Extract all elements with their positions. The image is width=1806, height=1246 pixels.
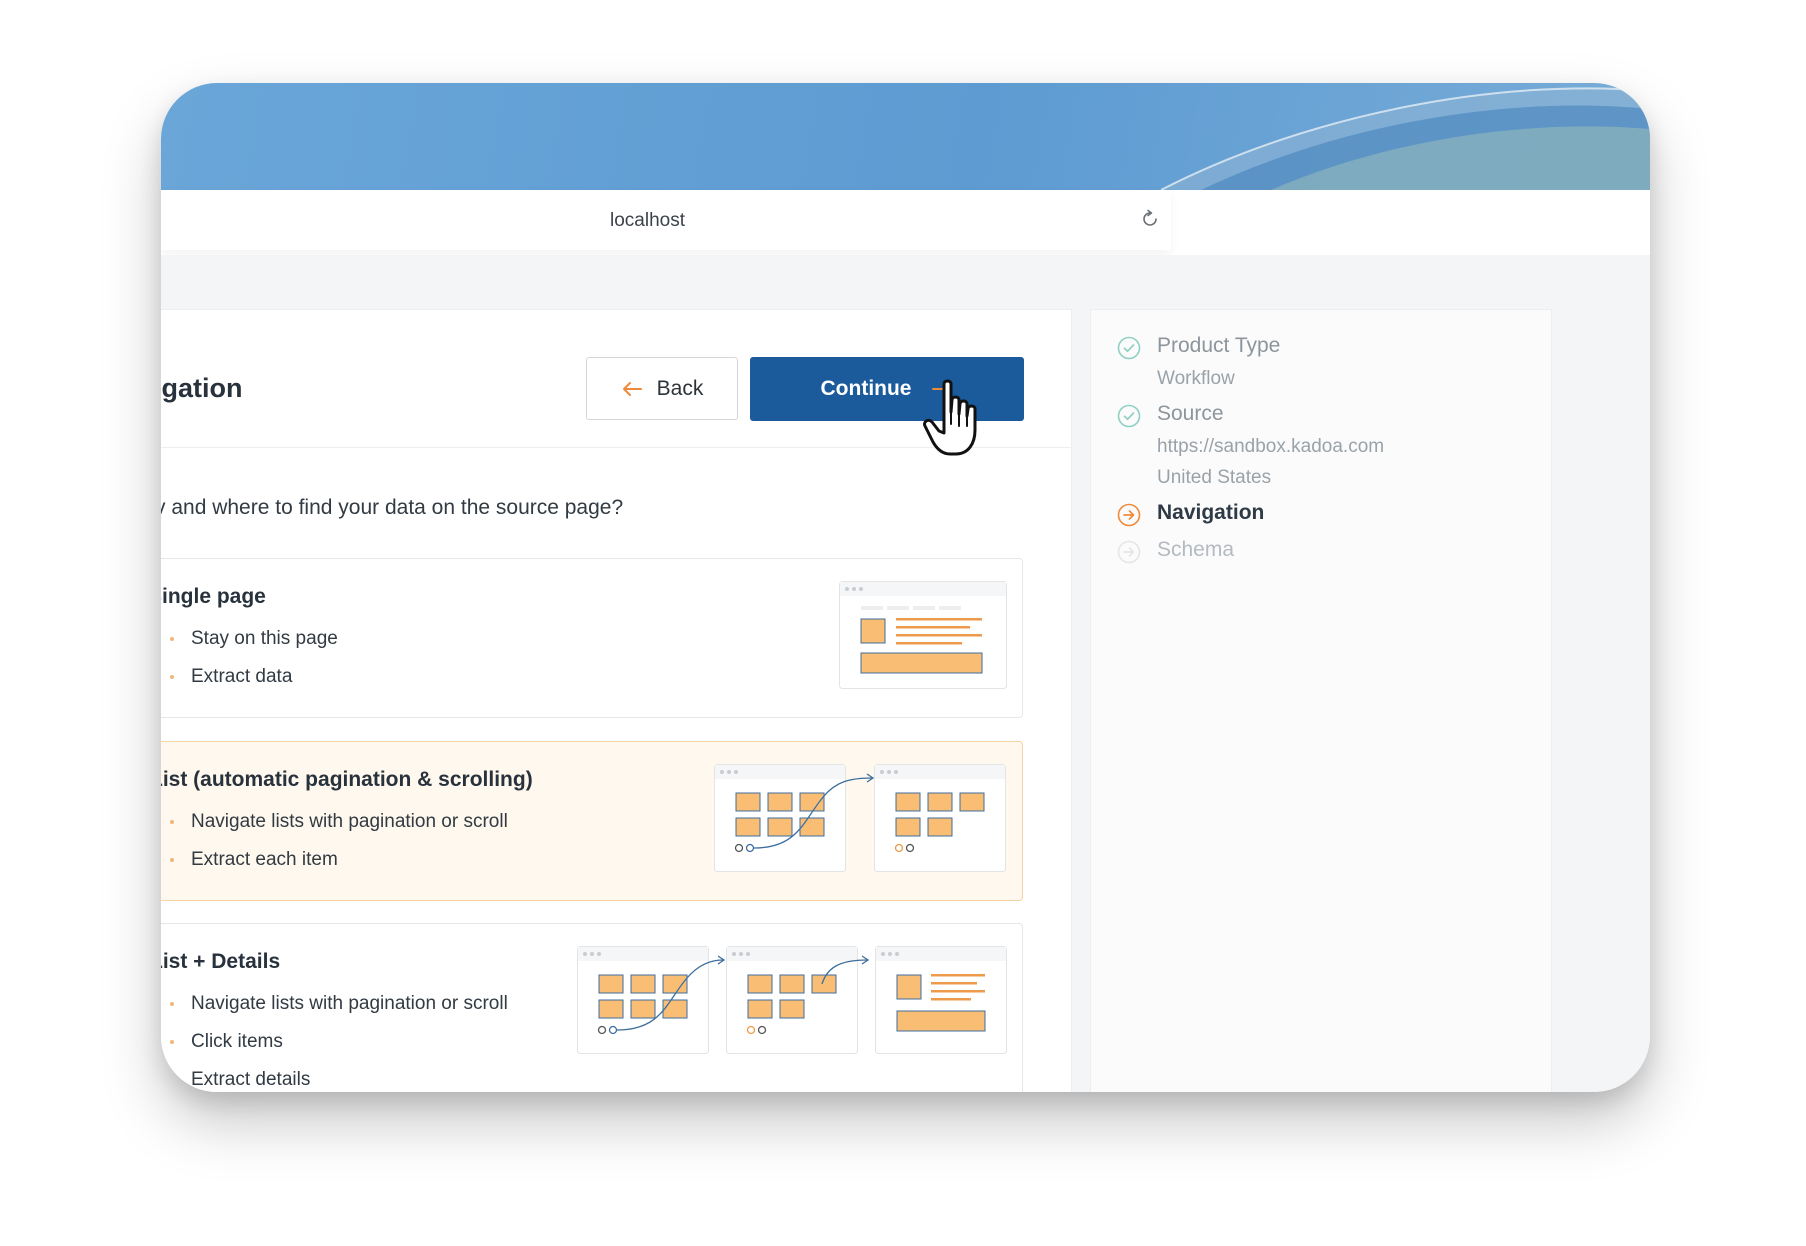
option-bullets: Navigate lists with pagination or scroll… <box>164 992 508 1092</box>
list-item: Extract data <box>164 665 338 703</box>
navigation-question: v and where to find your data on the sou… <box>161 496 624 519</box>
url-field[interactable]: localhost <box>161 190 1171 250</box>
reload-icon[interactable] <box>1139 208 1161 230</box>
step-label: Schema <box>1157 538 1235 561</box>
device-frame: localhost vigation Back Continue v and w… <box>161 83 1650 1092</box>
step-label: Product Type <box>1157 334 1281 357</box>
step-label: Source <box>1157 402 1224 425</box>
list-item: Click items <box>164 1030 508 1068</box>
page-title: vigation <box>161 373 243 403</box>
option-list-pagination[interactable]: List (automatic pagination & scrolling) … <box>161 741 1023 901</box>
list-pagination-illustration <box>714 764 1006 872</box>
list-item: Navigate lists with pagination or scroll <box>164 992 508 1030</box>
back-button[interactable]: Back <box>586 357 738 420</box>
check-circle-icon <box>1117 404 1141 428</box>
option-title: List (automatic pagination & scrolling) <box>161 768 533 791</box>
browser-address-bar: localhost <box>161 190 1650 255</box>
list-item: Extract each item <box>164 848 508 886</box>
list-details-illustration <box>577 946 1007 1054</box>
option-title: List + Details <box>161 950 281 973</box>
url-text: localhost <box>610 210 685 231</box>
option-bullets: Stay on this page Extract data <box>164 627 338 703</box>
option-list-details[interactable]: List + Details Navigate lists with pagin… <box>161 923 1023 1092</box>
progress-sidebar: Product Type Workflow Source https://san… <box>1090 309 1552 1092</box>
step-detail: Workflow <box>1157 368 1235 389</box>
list-item: Stay on this page <box>164 627 338 665</box>
continue-label: Continue <box>820 377 912 400</box>
arrow-left-icon <box>622 381 642 396</box>
list-item: Navigate lists with pagination or scroll <box>164 810 508 848</box>
window-background <box>161 83 1650 190</box>
option-bullets: Navigate lists with pagination or scroll… <box>164 810 508 886</box>
arrow-right-circle-icon <box>1117 503 1141 527</box>
option-single-page[interactable]: Single page Stay on this page Extract da… <box>161 558 1023 718</box>
step-detail: https://sandbox.kadoa.com <box>1157 436 1385 457</box>
arrow-right-circle-icon <box>1117 540 1141 564</box>
step-detail: United States <box>1157 467 1272 488</box>
option-title: Single page <box>161 585 266 608</box>
check-circle-icon <box>1117 336 1141 360</box>
back-label: Back <box>656 376 704 400</box>
step-label: Navigation <box>1157 501 1265 524</box>
hand-cursor-icon <box>923 379 977 456</box>
single-page-illustration <box>839 581 1007 689</box>
list-item: Extract details <box>164 1068 508 1092</box>
